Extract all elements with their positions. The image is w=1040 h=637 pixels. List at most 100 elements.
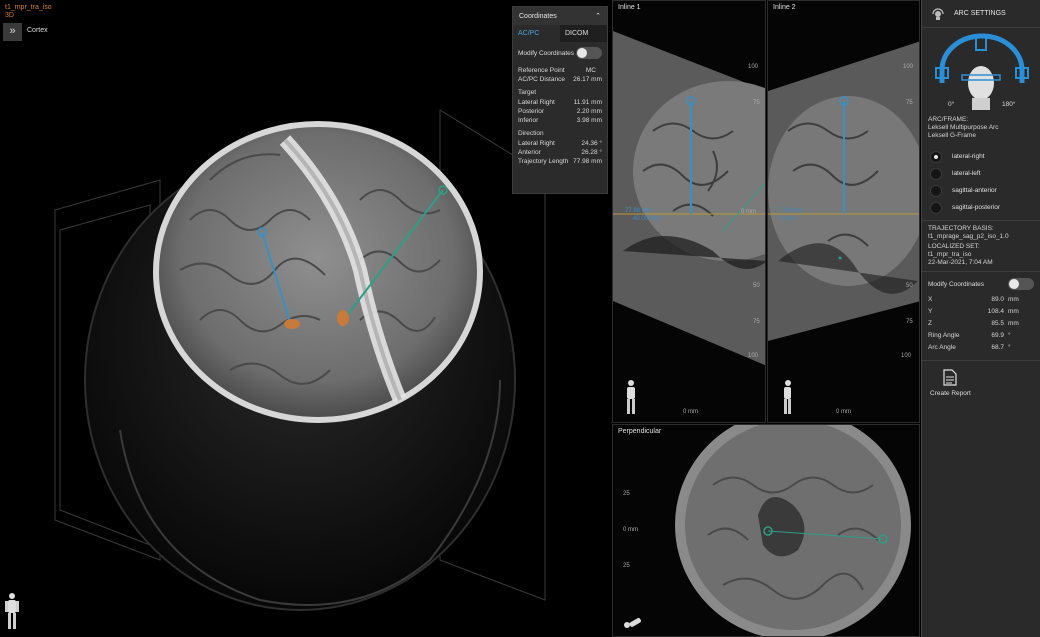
scale-tick: 0 mm [623,527,638,533]
direction-row: Anterior 26.28 ° [513,148,607,157]
overlay-label: 77.98 mm [625,208,652,214]
series-title: t1_mpr_tra_iso 3D [5,4,52,20]
value-unit: ° [1008,344,1011,351]
orientation-figure-icon[interactable] [776,379,796,415]
scale-tick: 75 [906,100,913,106]
direction-anterior-label: Anterior [518,149,541,156]
overlay-label: 77.98 mm [776,208,803,214]
value-number: 68.7 [991,344,1004,351]
value-unit: ° [1008,332,1011,339]
reference-point-value: MC [585,67,596,74]
target-lateral-value: 11.91 mm [573,99,602,106]
inline2-viewport[interactable]: Inline 2 77.98 mm 0 mm 100 75 50 75 100 … [767,0,920,423]
orientation-label: lateral-right [952,153,985,160]
perpendicular-viewport[interactable]: Perpendicular 25 0 mm 25 [612,424,920,637]
target-lateral-label: Lateral Right [518,99,555,106]
overlay-label: 0 mm [741,209,756,215]
modify-coordinates-label: Modify Coordinates [928,280,984,288]
orientation-option-sagittal-posterior[interactable]: sagittal-posterior [922,199,1040,216]
target-row: Lateral Right 11.91 mm [513,98,607,107]
direction-lateral-label: Lateral Right [518,140,555,147]
tab-acpc[interactable]: AC/PC [513,25,560,42]
value-label: Arc Angle [928,344,956,351]
value-row-arc-angle: Arc Angle 68.7 ° [922,342,1040,354]
target-left [284,319,300,329]
scale-tick: 100 [748,353,759,359]
acpc-distance-value: 26.17 mm [573,76,602,83]
radio-button[interactable] [930,167,942,180]
scale-tick: 75 [753,100,760,106]
value-number: 85.5 [991,320,1004,327]
bottom-scale-label: 0 mm [683,409,698,415]
orientation-option-lateral-right[interactable]: lateral-right [922,148,1040,165]
coordinates-panel: Coordinates ⌃ AC/PC DICOM Modify Coordin… [512,6,608,194]
orientation-figure-icon[interactable] [5,592,19,630]
modify-coordinates-toggle[interactable] [576,47,602,59]
series-name: t1_mpr_tra_iso [5,4,52,11]
angle-right-label: 180° [1002,101,1016,108]
target-right [337,310,349,326]
arc-frame-diagram [935,33,1029,110]
angle-left-label: 0° [948,101,955,108]
arc-settings-icon [932,7,944,20]
reference-point-label: Reference Point [518,67,565,74]
view-mode: 3D [5,12,14,19]
modify-coordinates-label: Modify Coordinates [518,49,574,57]
acpc-distance-row: AC/PC Distance 26.17 mm [513,75,607,84]
value-label: Ring Angle [928,332,960,339]
radio-button[interactable] [930,184,942,197]
value-unit: mm [1008,308,1019,315]
target-row: Inferior 3.98 mm [513,116,607,125]
scale-tick: 100 [903,64,914,70]
value-row-z: Z 85.5 mm [922,318,1040,330]
arc-settings-panel: ARC SETTINGS 0° 180° ARC/FRAME: Leksell … [921,0,1040,637]
scale-tick: 100 [901,353,912,359]
value-row-y: Y 108.4 mm [922,306,1040,318]
inline1-title: Inline 1 [618,4,641,11]
radio-button[interactable] [930,201,942,214]
localized-date: 22-Mar-2021, 7:04 AM [928,259,993,266]
orientation-option-lateral-left[interactable]: lateral-left [922,165,1040,182]
orientation-figure-icon[interactable] [621,379,641,415]
radio-button[interactable] [930,150,942,163]
scale-tick: 25 [623,563,630,569]
bottom-scale-label: 0 mm [836,409,851,415]
value-unit: mm [1008,320,1019,327]
value-number: 69.9 [991,332,1004,339]
overlay-label: 0 mm [780,216,795,222]
create-report-button[interactable]: Create Report [922,361,982,397]
inline1-viewport[interactable]: Inline 1 77.98 mm 40.00 mm 0 mm 100 75 5… [612,0,766,423]
scale-tick: 50 [906,283,913,289]
trajectory-basis-value: t1_mprage_sag_p2_iso_1.0 [928,233,1009,240]
chevron-up-icon[interactable]: ⌃ [595,12,601,20]
acpc-distance-label: AC/PC Distance [518,76,565,83]
expand-panel-button[interactable]: » [3,23,22,41]
coordinates-header[interactable]: Coordinates ⌃ [513,7,607,25]
frame-name: Leksell G-Frame [928,132,977,139]
arc-name: Leksell Multipurpose Arc [928,124,999,131]
overlay-label: 40.00 mm [633,216,660,222]
trajectory-basis-label: TRAJECTORY BASIS: [928,225,994,232]
inline2-title: Inline 2 [773,4,796,11]
direction-row: Trajectory Length 77.98 mm [513,157,607,166]
modify-coordinates-toggle[interactable] [1008,278,1034,290]
value-number: 89.0 [991,296,1004,303]
orientation-figure-icon[interactable] [623,610,643,630]
localized-set-value: t1_mpr_tra_iso [928,251,972,258]
target-inferior-label: Inferior [518,117,539,124]
trajectory-length-value: 77.98 mm [573,158,602,165]
perpendicular-image[interactable] [613,425,920,637]
direction-section-title: Direction [518,130,544,137]
tab-dicom[interactable]: DICOM [560,25,607,42]
value-number: 108.4 [987,308,1004,315]
direction-anterior-value: 26.28 ° [581,149,602,156]
scale-tick: 50 [753,283,760,289]
arc-settings-header: ARC SETTINGS [922,0,1040,28]
orientation-option-sagittal-anterior[interactable]: sagittal-anterior [922,182,1040,199]
divider [922,220,1040,221]
target-posterior-label: Posterior [518,108,545,115]
document-icon [943,369,957,386]
arc-frame-label: ARC/FRAME: [928,116,969,123]
scale-tick: 25 [623,491,630,497]
render-mode-label: Cortex [27,27,48,34]
